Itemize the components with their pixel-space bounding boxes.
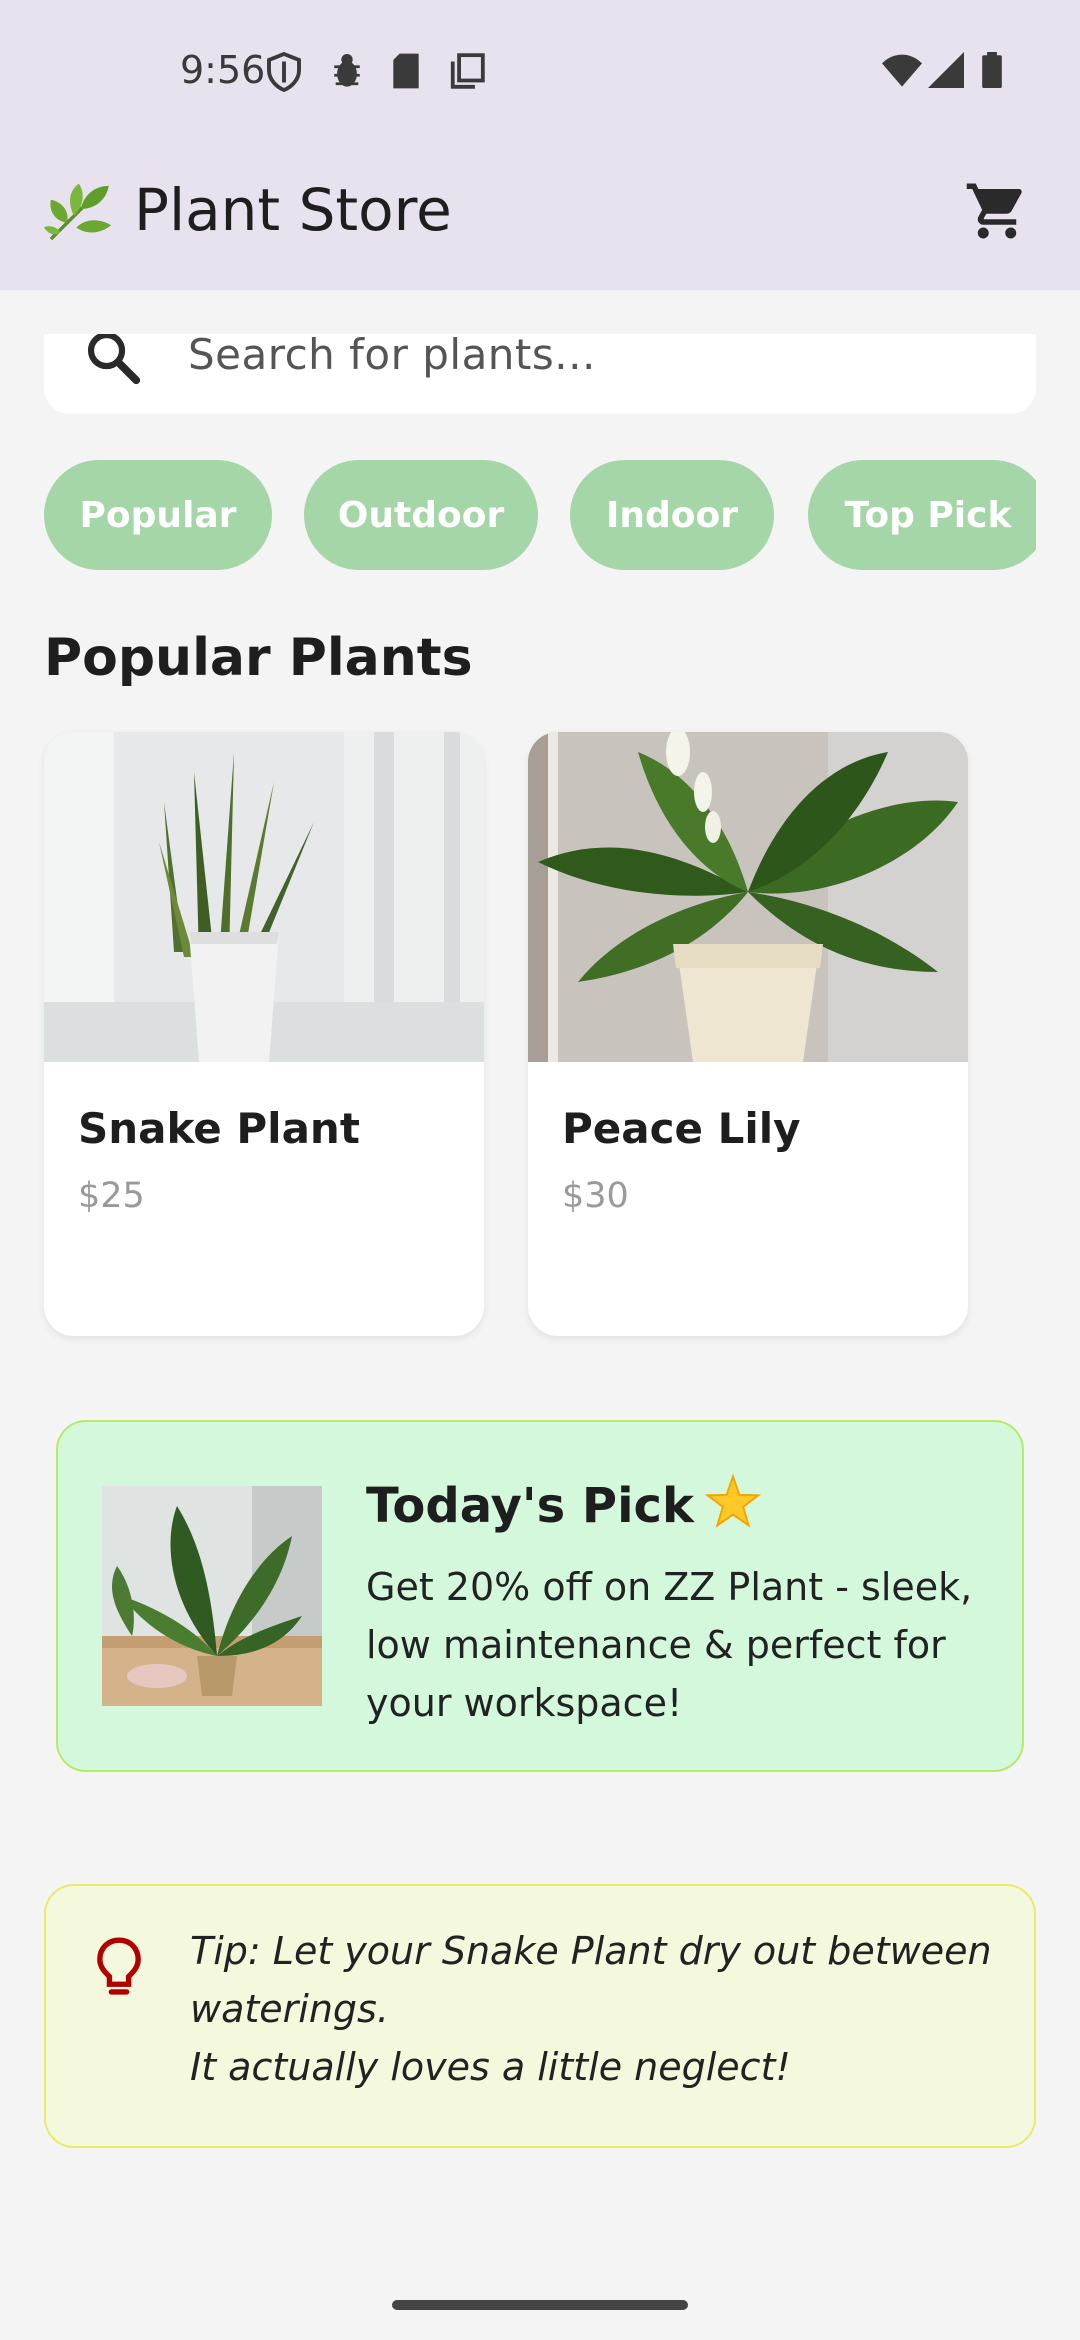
zz-plant-image — [102, 1486, 322, 1706]
category-chip-row: Popular Outdoor Indoor Top Pick — [0, 440, 1036, 590]
chip-top-pick[interactable]: Top Pick — [808, 460, 1036, 570]
product-price: $30 — [562, 1176, 629, 1216]
product-card-snake-plant[interactable]: Snake Plant $25 — [44, 732, 484, 1336]
app-bar: Plant Store — [0, 142, 1080, 290]
app-title: Plant Store — [134, 176, 452, 244]
tip-card: Tip: Let your Snake Plant dry out betwee… — [44, 1884, 1036, 2148]
search-icon — [82, 334, 144, 393]
section-title: Popular Plants — [44, 628, 473, 688]
star-icon — [704, 1473, 762, 1544]
status-bar: 9:56 — [0, 0, 1080, 142]
search-input[interactable]: Search for plants... — [44, 334, 1036, 414]
bug-icon — [330, 52, 364, 90]
copy-icon — [448, 52, 486, 90]
chip-indoor[interactable]: Indoor — [570, 460, 774, 570]
peace-lily-image — [528, 732, 968, 1062]
tip-text: Tip: Let your Snake Plant dry out betwee… — [190, 1922, 1010, 2096]
promo-title-text: Today's Pick — [366, 1478, 694, 1534]
herb-leaf-icon — [44, 172, 118, 251]
search-placeholder: Search for plants... — [188, 334, 596, 379]
shield-icon — [266, 52, 302, 92]
cart-icon — [966, 183, 1022, 239]
todays-pick-banner[interactable]: Today's Pick Get 20% off on ZZ Plant - s… — [56, 1420, 1024, 1772]
sd-card-icon — [390, 52, 422, 90]
product-price: $25 — [78, 1176, 145, 1216]
product-name: Peace Lily — [562, 1104, 801, 1153]
promo-description: Get 20% off on ZZ Plant - sleek, low mai… — [366, 1565, 973, 1725]
tip-line-1: Tip: Let your Snake Plant dry out betwee… — [190, 1929, 992, 2031]
wifi-icon — [882, 52, 922, 88]
cart-button[interactable] — [964, 178, 1040, 254]
product-card-peace-lily[interactable]: Peace Lily $30 — [528, 732, 968, 1336]
signal-icon — [928, 52, 964, 88]
home-indicator[interactable] — [392, 2300, 688, 2310]
battery-icon — [982, 52, 1002, 88]
snake-plant-image — [44, 732, 484, 1062]
promo-title: Today's Pick — [366, 1473, 762, 1544]
chip-outdoor[interactable]: Outdoor — [304, 460, 538, 570]
product-name: Snake Plant — [78, 1104, 360, 1153]
lightbulb-icon — [96, 1936, 142, 2003]
chip-popular[interactable]: Popular — [44, 460, 272, 570]
tip-line-2: It actually loves a little neglect! — [190, 2045, 791, 2089]
status-time: 9:56 — [180, 48, 266, 92]
